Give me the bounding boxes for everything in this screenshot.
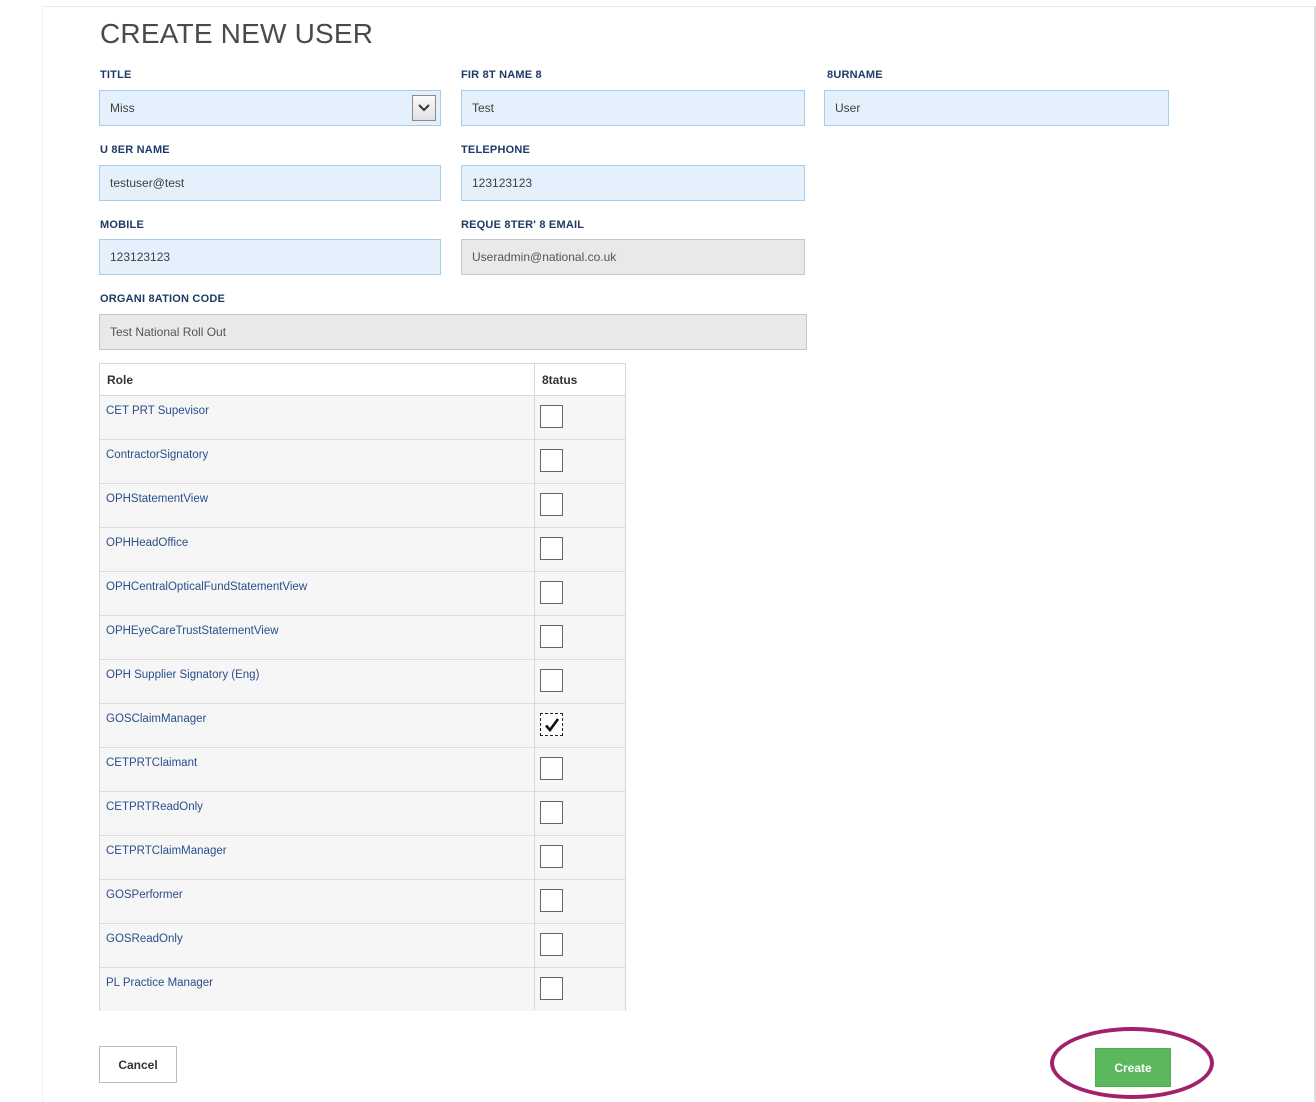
telephone-label: TELEPHONE [461, 144, 531, 156]
surname-label: 8URNAME [827, 69, 883, 81]
first-name-input[interactable]: Test [461, 90, 805, 126]
role-status-checkbox[interactable] [540, 845, 563, 868]
first-name-label: FIR 8T NAME 8 [461, 69, 542, 81]
requester-email-label: REQUE 8TER' 8 EMAIL [461, 219, 585, 231]
role-name: GOSReadOnly [106, 933, 183, 945]
role-row: CETPRTReadOnly [100, 792, 625, 836]
role-name: OPHCentralOpticalFundStatementView [106, 581, 308, 593]
role-status-checkbox[interactable] [540, 713, 563, 736]
role-name: CET PRT Supevisor [106, 405, 209, 417]
role-name: CETPRTClaimManager [106, 845, 227, 857]
role-row: CETPRTClaimManager [100, 836, 625, 880]
roles-table-header: Role 8tatus [100, 364, 625, 396]
role-row: CET PRT Supevisor [100, 396, 625, 440]
role-row: OPHEyeCareTrustStatementView [100, 616, 625, 660]
role-status-checkbox[interactable] [540, 625, 563, 648]
mobile-input[interactable]: 123123123 [99, 239, 441, 275]
role-row: OPHStatementView [100, 484, 625, 528]
title-select-value: Miss [110, 101, 135, 115]
organisation-code-field: Test National Roll Out [99, 314, 807, 350]
role-name: OPHHeadOffice [106, 537, 189, 549]
role-name: OPHEyeCareTrustStatementView [106, 625, 279, 637]
cancel-button[interactable]: Cancel [99, 1046, 177, 1083]
role-status-checkbox[interactable] [540, 581, 563, 604]
role-name: CETPRTClaimant [106, 757, 198, 769]
role-status-checkbox[interactable] [540, 493, 563, 516]
telephone-input[interactable]: 123123123 [461, 165, 805, 201]
role-row: GOSPerformer [100, 880, 625, 924]
role-status-checkbox[interactable] [540, 977, 563, 1000]
role-status-checkbox[interactable] [540, 449, 563, 472]
chevron-down-icon[interactable] [412, 95, 436, 121]
organisation-code-label: ORGANI 8ATION CODE [100, 293, 226, 305]
role-name: OPHStatementView [106, 493, 209, 505]
role-name: GOSPerformer [106, 889, 183, 901]
role-status-checkbox[interactable] [540, 405, 563, 428]
role-status-checkbox[interactable] [540, 757, 563, 780]
surname-input[interactable]: User [824, 90, 1169, 126]
page-title: CREATE NEW USER [100, 18, 374, 49]
role-column-header: Role [107, 373, 134, 387]
user-name-label: U 8ER NAME [100, 144, 170, 156]
user-name-input[interactable]: testuser@test [99, 165, 441, 201]
role-status-checkbox[interactable] [540, 801, 563, 824]
role-row: OPHCentralOpticalFundStatementView [100, 572, 625, 616]
role-name: PL Practice Manager [106, 977, 213, 989]
title-select[interactable]: Miss [99, 90, 441, 126]
role-row: GOSReadOnly [100, 924, 625, 968]
role-name: OPH Supplier Signatory (Eng) [106, 669, 260, 681]
role-row: CETPRTClaimant [100, 748, 625, 792]
role-status-checkbox[interactable] [540, 669, 563, 692]
role-row: ContractorSignatory [100, 440, 625, 484]
role-name: ContractorSignatory [106, 449, 209, 461]
frame-top-border [42, 6, 1316, 7]
role-row: PL Practice Manager [100, 968, 625, 1011]
frame-left-border [42, 6, 43, 1102]
role-row: OPHHeadOffice [100, 528, 625, 572]
role-row: OPH Supplier Signatory (Eng) [100, 660, 625, 704]
role-status-checkbox[interactable] [540, 537, 563, 560]
role-row: GOSClaimManager [100, 704, 625, 748]
role-name: CETPRTReadOnly [106, 801, 203, 813]
roles-table: Role 8tatus CET PRT Supevisor ContractorS… [99, 363, 626, 1011]
status-column-header: 8tatus [542, 373, 578, 387]
requester-email-field: Useradmin@national.co.uk [461, 239, 805, 275]
checkmark-icon [544, 717, 559, 732]
column-divider [534, 364, 535, 1010]
mobile-label: MOBILE [100, 219, 144, 231]
role-name: GOSClaimManager [106, 713, 207, 725]
role-status-checkbox[interactable] [540, 933, 563, 956]
title-label: TITLE [100, 69, 132, 81]
create-highlight-ring [1050, 1027, 1214, 1099]
role-status-checkbox[interactable] [540, 889, 563, 912]
